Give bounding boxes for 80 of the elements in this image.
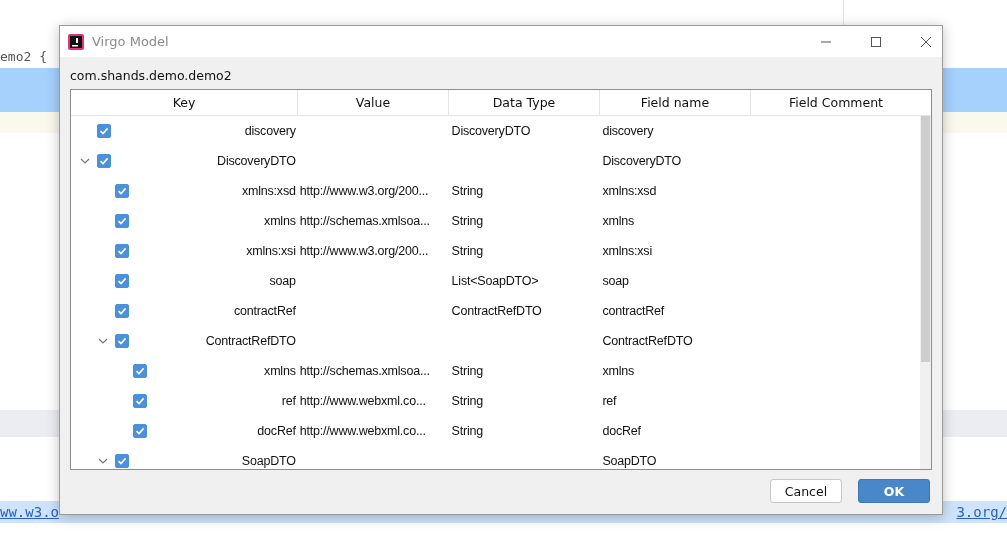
field-name-text: DiscoveryDTO bbox=[602, 154, 682, 168]
type-text: String bbox=[451, 394, 484, 408]
app-icon bbox=[68, 33, 84, 50]
code-text: emo2 { bbox=[0, 48, 47, 64]
checkmark-icon bbox=[117, 276, 127, 286]
field-name-text: discovery bbox=[602, 124, 654, 138]
column-header[interactable]: Data Type bbox=[449, 90, 600, 115]
key-text: soap bbox=[269, 274, 297, 288]
value-text: http://www.w3.org/200... bbox=[299, 244, 429, 258]
column-header[interactable]: Key bbox=[71, 90, 298, 115]
value-text: http://schemas.xmlsoa... bbox=[299, 364, 430, 378]
value-text: http://www.w3.org/200... bbox=[299, 184, 429, 198]
close-icon[interactable] bbox=[920, 35, 932, 48]
type-text: String bbox=[451, 244, 484, 258]
checkmark-icon bbox=[117, 246, 127, 256]
type-text: List<SoapDTO> bbox=[451, 274, 539, 288]
type-text: String bbox=[451, 214, 484, 228]
chevron-icon[interactable] bbox=[98, 336, 108, 346]
key-text: xmlns bbox=[264, 364, 297, 378]
checkbox[interactable] bbox=[115, 334, 129, 348]
checkmark-icon bbox=[99, 156, 109, 166]
field-name-text: xmlns bbox=[602, 364, 635, 378]
window-title: Virgo Model bbox=[92, 34, 169, 49]
value-text: http://www.webxml.co... bbox=[299, 394, 426, 408]
checkbox[interactable] bbox=[97, 124, 111, 138]
checkbox[interactable] bbox=[115, 304, 129, 318]
chevron-icon[interactable] bbox=[80, 156, 90, 166]
key-text: ref bbox=[281, 394, 297, 408]
type-text: String bbox=[451, 364, 484, 378]
field-name-text: ContractRefDTO bbox=[602, 334, 693, 348]
cancel-button[interactable]: Cancel bbox=[770, 479, 842, 503]
field-name-text: xmlns:xsi bbox=[602, 244, 652, 258]
maximize-icon[interactable] bbox=[870, 35, 882, 48]
checkbox[interactable] bbox=[97, 154, 111, 168]
field-name-text: soap bbox=[602, 274, 629, 288]
key-text: contractRef bbox=[234, 304, 297, 318]
ok-button[interactable]: OK bbox=[858, 479, 930, 503]
column-header[interactable]: Field Comment bbox=[751, 90, 921, 115]
field-name-text: ref bbox=[602, 394, 617, 408]
key-text: SoapDTO bbox=[241, 454, 297, 468]
type-text: String bbox=[451, 184, 484, 198]
checkbox[interactable] bbox=[115, 214, 129, 228]
checkmark-icon bbox=[99, 126, 109, 136]
checkbox[interactable] bbox=[133, 394, 147, 408]
column-header[interactable]: Value bbox=[298, 90, 449, 115]
field-name-text: docRef bbox=[602, 424, 641, 438]
key-text: xmlns:xsd bbox=[241, 184, 297, 198]
checkbox[interactable] bbox=[115, 454, 129, 468]
checkbox[interactable] bbox=[133, 424, 147, 438]
chevron-icon[interactable] bbox=[98, 456, 108, 466]
value-text: http://www.webxml.co... bbox=[299, 424, 426, 438]
type-text: String bbox=[451, 424, 484, 438]
package-label: com.shands.demo.demo2 bbox=[70, 67, 233, 85]
checkmark-icon bbox=[135, 396, 145, 406]
column-header[interactable]: Field name bbox=[600, 90, 751, 115]
checkmark-icon bbox=[117, 336, 127, 346]
checkbox[interactable] bbox=[115, 274, 129, 288]
checkbox[interactable] bbox=[133, 364, 147, 378]
field-name-text: xmlns bbox=[602, 214, 635, 228]
scrollbar[interactable] bbox=[920, 116, 931, 469]
value-text: http://schemas.xmlsoa... bbox=[299, 214, 430, 228]
checkmark-icon bbox=[117, 306, 127, 316]
key-text: discovery bbox=[244, 124, 297, 138]
field-name-text: xmlns:xsd bbox=[602, 184, 657, 198]
field-name-text: SoapDTO bbox=[602, 454, 657, 468]
checkmark-icon bbox=[117, 216, 127, 226]
checkmark-icon bbox=[135, 366, 145, 376]
checkbox[interactable] bbox=[115, 184, 129, 198]
checkmark-icon bbox=[135, 426, 145, 436]
checkbox[interactable] bbox=[115, 244, 129, 258]
type-text: ContractRefDTO bbox=[451, 304, 542, 318]
checkmark-icon bbox=[117, 456, 127, 466]
field-name-text: contractRef bbox=[602, 304, 665, 318]
key-text: DiscoveryDTO bbox=[217, 154, 297, 168]
key-text: ContractRefDTO bbox=[205, 334, 297, 348]
key-text: xmlns bbox=[264, 214, 297, 228]
type-text: DiscoveryDTO bbox=[451, 124, 531, 138]
key-text: docRef bbox=[257, 424, 297, 438]
checkmark-icon bbox=[117, 186, 127, 196]
key-text: xmlns:xsi bbox=[246, 244, 297, 258]
